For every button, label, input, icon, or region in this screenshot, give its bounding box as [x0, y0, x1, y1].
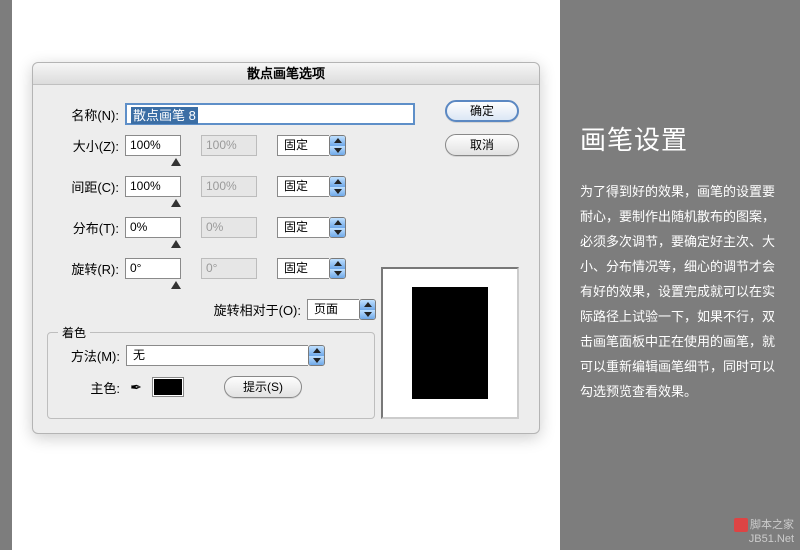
colorization-legend: 着色: [58, 324, 90, 341]
rotate-mode-stepper[interactable]: [329, 258, 346, 279]
method-stepper[interactable]: [308, 345, 325, 366]
rotate-relative-stepper[interactable]: [359, 299, 376, 320]
brush-preview: [381, 267, 519, 419]
scatter-value-2: 0%: [201, 217, 257, 238]
size-slider[interactable]: [125, 158, 525, 170]
size-mode-select[interactable]: 固定: [277, 135, 329, 156]
tips-button[interactable]: 提示(S): [224, 376, 302, 398]
watermark-line2: JB51.Net: [734, 532, 794, 546]
size-value-2: 100%: [201, 135, 257, 156]
size-mode-stepper[interactable]: [329, 135, 346, 156]
sidebar-heading: 画笔设置: [580, 120, 780, 157]
sidebar-note: 画笔设置 为了得到好的效果，画笔的设置要耐心，要制作出随机散布的图案，必须多次调…: [580, 120, 780, 404]
watermark: 脚本之家 JB51.Net: [734, 518, 794, 546]
scatter-label: 分布(T):: [47, 218, 125, 237]
rotate-value-2: 0°: [201, 258, 257, 279]
method-label: 方法(M):: [58, 346, 126, 365]
scatter-value-1[interactable]: 0%: [125, 217, 181, 238]
eyedropper-icon[interactable]: ✒: [126, 379, 146, 395]
scatter-mode-select[interactable]: 固定: [277, 217, 329, 238]
ok-button[interactable]: 确定: [445, 100, 519, 122]
size-value-1[interactable]: 100%: [125, 135, 181, 156]
rotate-value-1[interactable]: 0°: [125, 258, 181, 279]
scatter-brush-options-dialog: 散点画笔选项 确定 取消 名称(N): 散点画笔 8 大小(Z): 100% 1…: [32, 62, 540, 434]
key-color-swatch[interactable]: [152, 377, 184, 397]
rotate-mode-select[interactable]: 固定: [277, 258, 329, 279]
spacing-value-1[interactable]: 100%: [125, 176, 181, 197]
watermark-line1: 脚本之家: [750, 519, 794, 531]
rotate-label: 旋转(R):: [47, 259, 125, 278]
spacing-mode-stepper[interactable]: [329, 176, 346, 197]
preview-shape: [412, 287, 488, 399]
sidebar-body: 为了得到好的效果，画笔的设置要耐心，要制作出随机散布的图案，必须多次调节，要确定…: [580, 179, 780, 404]
spacing-mode-select[interactable]: 固定: [277, 176, 329, 197]
spacing-slider[interactable]: [125, 199, 525, 211]
dialog-title: 散点画笔选项: [33, 63, 539, 85]
rotate-relative-select[interactable]: 页面: [307, 299, 359, 320]
scatter-slider[interactable]: [125, 240, 525, 252]
method-select[interactable]: 无: [126, 345, 308, 366]
colorization-group: 着色 方法(M): 无 主色: ✒ 提示(S): [47, 332, 375, 419]
name-input[interactable]: 散点画笔 8: [125, 103, 415, 125]
cancel-button[interactable]: 取消: [445, 134, 519, 156]
spacing-value-2: 100%: [201, 176, 257, 197]
key-color-label: 主色:: [58, 378, 126, 397]
size-label: 大小(Z):: [47, 136, 125, 155]
spacing-label: 间距(C):: [47, 177, 125, 196]
name-input-value: 散点画笔 8: [131, 107, 198, 124]
rotate-relative-label: 旋转相对于(O):: [47, 300, 307, 319]
scatter-mode-stepper[interactable]: [329, 217, 346, 238]
watermark-logo-icon: [734, 518, 748, 532]
name-label: 名称(N):: [47, 105, 125, 124]
